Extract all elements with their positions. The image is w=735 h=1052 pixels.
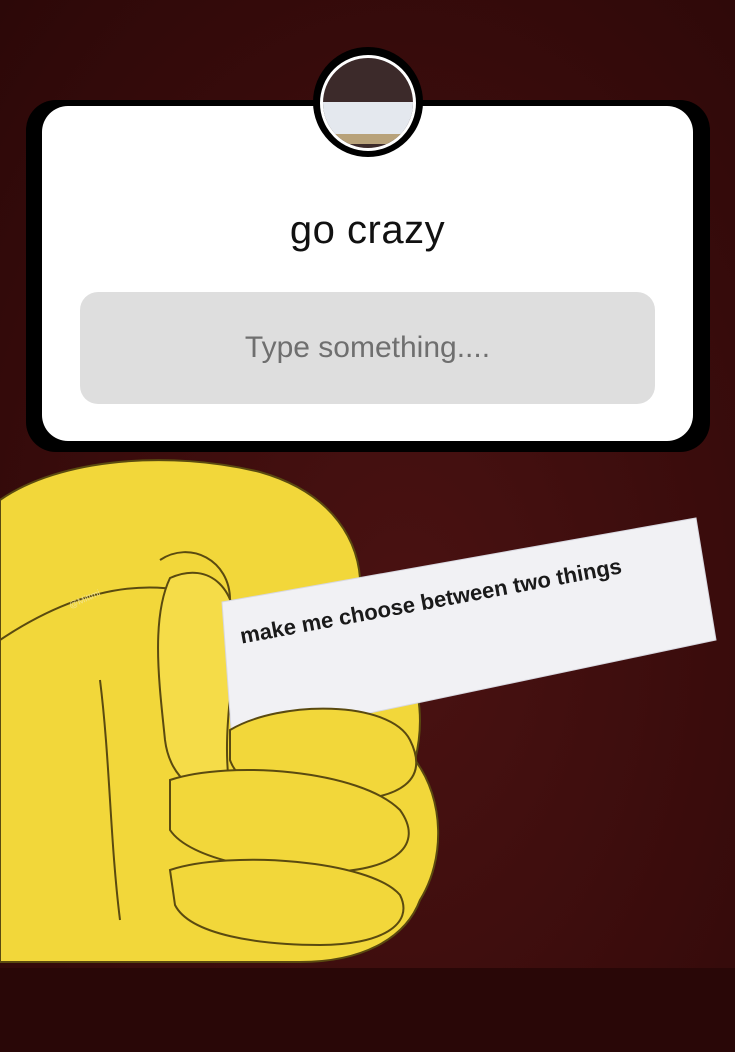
profile-avatar-icon [320, 55, 416, 151]
answer-input[interactable]: Type something.... [80, 292, 655, 404]
bottom-band [0, 968, 735, 1052]
hand-holding-paper-image [0, 459, 717, 963]
sticker-prompt: go crazy [289, 208, 446, 252]
